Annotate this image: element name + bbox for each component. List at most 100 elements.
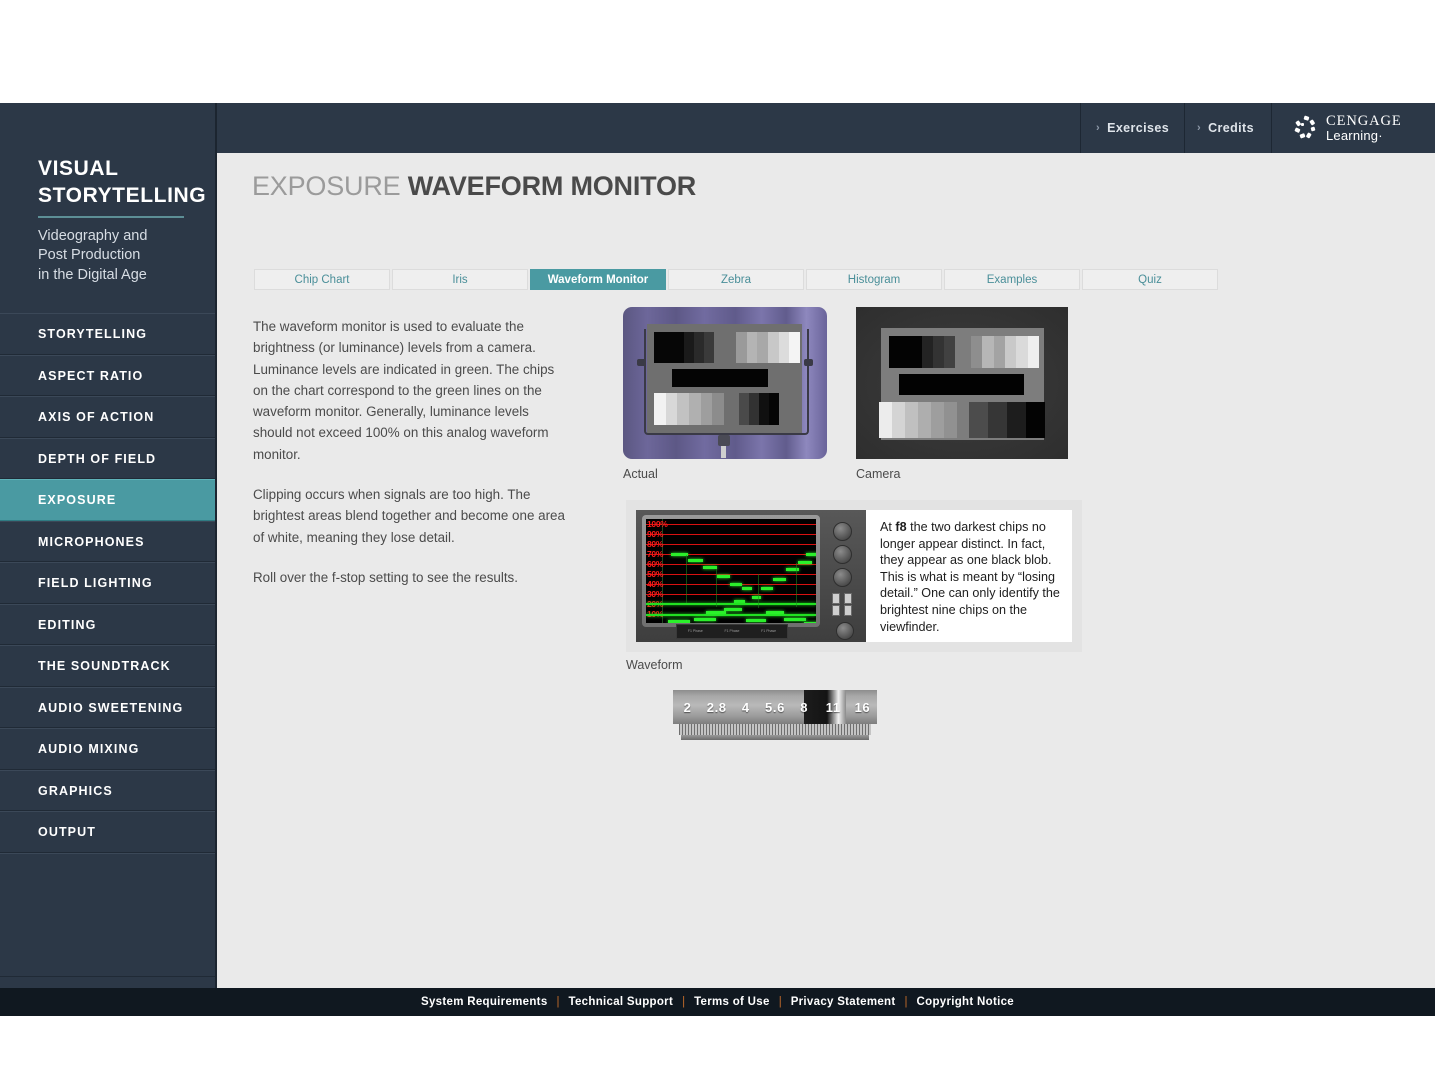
graticule-30 bbox=[646, 594, 816, 595]
tab-iris[interactable]: Iris bbox=[392, 269, 528, 290]
sidebar-item-editing[interactable]: EDITING bbox=[0, 604, 215, 646]
trace-low-6 bbox=[766, 611, 784, 614]
topnav-exercises-label: Exercises bbox=[1107, 121, 1169, 135]
sidebar-item-label: STORYTELLING bbox=[38, 327, 147, 341]
tab-histogram[interactable]: Histogram bbox=[806, 269, 942, 290]
monitor-button-1[interactable] bbox=[832, 593, 840, 604]
waveform-monitor-device[interactable]: 100% 90% 80% 70% 60% 50% 40% 30% 20% 10% bbox=[636, 510, 866, 642]
monitor-strip-label-2: F1 Phase bbox=[724, 630, 739, 634]
footer-link-privacy-statement[interactable]: Privacy Statement bbox=[791, 996, 896, 1008]
sidebar-item-axis-of-action[interactable]: AXIS OF ACTION bbox=[0, 396, 215, 438]
footer-link-system-requirements[interactable]: System Requirements bbox=[421, 996, 548, 1008]
thumbnail-caption: Camera bbox=[856, 467, 1068, 481]
camera-chip-chart-image bbox=[856, 307, 1068, 459]
brand-title-line1: VISUAL bbox=[38, 155, 215, 182]
tab-waveform-monitor[interactable]: Waveform Monitor bbox=[530, 269, 666, 290]
footer-link-copyright-notice[interactable]: Copyright Notice bbox=[917, 996, 1014, 1008]
trace-low-8 bbox=[804, 622, 816, 623]
tab-label: Examples bbox=[987, 274, 1038, 286]
trace-step-31-l bbox=[752, 596, 761, 599]
trace-step-63-r bbox=[798, 561, 812, 564]
footer-link-technical-support[interactable]: Technical Support bbox=[569, 996, 674, 1008]
tab-chip-chart[interactable]: Chip Chart bbox=[254, 269, 390, 290]
monitor-knob-1[interactable] bbox=[833, 522, 852, 541]
scale-label-30: 30% bbox=[647, 589, 663, 599]
note-fstop-bold: f8 bbox=[895, 520, 906, 534]
trace-low-2 bbox=[694, 618, 716, 621]
footer-separator: | bbox=[557, 996, 560, 1008]
topnav-credits[interactable]: › Credits bbox=[1197, 103, 1254, 153]
fstop-dial-ridges[interactable] bbox=[679, 724, 871, 735]
sidebar-item-aspect-ratio[interactable]: ASPECT RATIO bbox=[0, 355, 215, 397]
monitor-button-3[interactable] bbox=[832, 605, 840, 616]
fstop-option-8[interactable]: 8 bbox=[790, 700, 819, 715]
thumbnail-actual[interactable]: Actual bbox=[623, 307, 827, 481]
app-shell: › Exercises › Credits bbox=[0, 103, 1435, 988]
monitor-bezel: 100% 90% 80% 70% 60% 50% 40% 30% 20% 10% bbox=[642, 515, 820, 627]
trace-step-40-r bbox=[761, 587, 773, 590]
topnav-credits-label: Credits bbox=[1208, 121, 1254, 135]
monitor-strip-label-1: F1 Phase bbox=[688, 630, 703, 634]
scale-label-40: 40% bbox=[647, 579, 663, 589]
body-paragraph-2: Clipping occurs when signals are too hig… bbox=[253, 484, 571, 548]
tab-bar: Chip Chart Iris Waveform Monitor Zebra H… bbox=[254, 269, 1218, 290]
thumbnail-camera[interactable]: Camera bbox=[856, 307, 1068, 481]
sidebar: VISUAL STORYTELLING Videography and Post… bbox=[0, 103, 217, 988]
monitor-knob-3[interactable] bbox=[833, 568, 852, 587]
brand-rule bbox=[38, 216, 184, 218]
monitor-knob-2[interactable] bbox=[833, 545, 852, 564]
fstop-option-2-8[interactable]: 2.8 bbox=[702, 700, 731, 715]
chevron-right-icon: › bbox=[1096, 122, 1100, 134]
trace-low-1 bbox=[668, 620, 690, 623]
topnav-exercises[interactable]: › Exercises bbox=[1096, 103, 1169, 153]
footer-bar: System Requirements | Technical Support … bbox=[0, 988, 1435, 1016]
sidebar-item-field-lighting[interactable]: FIELD LIGHTING bbox=[0, 562, 215, 604]
scale-label-80: 80% bbox=[647, 539, 663, 549]
camera-strip-light-bottom bbox=[879, 402, 957, 438]
sidebar-item-label: ASPECT RATIO bbox=[38, 369, 143, 383]
sidebar-item-audio-mixing[interactable]: AUDIO MIXING bbox=[0, 728, 215, 770]
cengage-logo[interactable]: CENGAGE Learning· bbox=[1281, 103, 1435, 153]
sidebar-item-output[interactable]: OUTPUT bbox=[0, 811, 215, 853]
logo-line-1: CENGAGE bbox=[1326, 114, 1402, 129]
fstop-option-5-6[interactable]: 5.6 bbox=[760, 700, 789, 715]
trace-step-50-l bbox=[717, 575, 730, 578]
monitor-control-strip[interactable]: F1 Phase F1 Phase F1 Phase bbox=[676, 624, 788, 639]
fstop-dial-face[interactable]: 2 2.8 4 5.6 8 11 16 bbox=[673, 690, 877, 724]
monitor-button-2[interactable] bbox=[844, 593, 852, 604]
monitor-button-4[interactable] bbox=[844, 605, 852, 616]
fstop-option-2[interactable]: 2 bbox=[673, 700, 702, 715]
body-copy: The waveform monitor is used to evaluate… bbox=[253, 316, 571, 607]
sidebar-item-audio-sweetening[interactable]: AUDIO SWEETENING bbox=[0, 687, 215, 729]
sidebar-item-graphics[interactable]: GRAPHICS bbox=[0, 770, 215, 812]
brand-block: VISUAL STORYTELLING Videography and Post… bbox=[0, 103, 215, 311]
trace-noise-4 bbox=[796, 563, 797, 607]
content-area: EXPOSURE WAVEFORM MONITOR Chip Chart Iri… bbox=[219, 153, 1435, 988]
tab-examples[interactable]: Examples bbox=[944, 269, 1080, 290]
waveform-card-inner: 100% 90% 80% 70% 60% 50% 40% 30% 20% 10% bbox=[636, 510, 1072, 642]
sidebar-item-label: MICROPHONES bbox=[38, 535, 145, 549]
chart-stand-knob-right bbox=[804, 359, 813, 366]
tab-quiz[interactable]: Quiz bbox=[1082, 269, 1218, 290]
sidebar-item-depth-of-field[interactable]: DEPTH OF FIELD bbox=[0, 438, 215, 480]
camera-black-bar bbox=[899, 374, 1024, 395]
sidebar-item-exposure[interactable]: EXPOSURE bbox=[0, 479, 215, 521]
sidebar-item-the-soundtrack[interactable]: THE SOUNDTRACK bbox=[0, 645, 215, 687]
body-paragraph-3: Roll over the f-stop setting to see the … bbox=[253, 567, 571, 588]
sidebar-item-storytelling[interactable]: STORYTELLING bbox=[0, 313, 215, 355]
trace-noise-1 bbox=[686, 555, 687, 603]
sidebar-item-microphones[interactable]: MICROPHONES bbox=[0, 521, 215, 563]
graticule-90 bbox=[646, 534, 816, 535]
graticule-100 bbox=[646, 524, 816, 525]
footer-link-terms-of-use[interactable]: Terms of Use bbox=[694, 996, 770, 1008]
tab-zebra[interactable]: Zebra bbox=[668, 269, 804, 290]
sidebar-item-label: AUDIO MIXING bbox=[38, 742, 139, 756]
fstop-option-16[interactable]: 16 bbox=[848, 700, 877, 715]
chart-stand-pole bbox=[721, 446, 726, 458]
fstop-dial-base bbox=[681, 735, 869, 740]
fstop-option-4[interactable]: 4 bbox=[731, 700, 760, 715]
trace-pedestal-10 bbox=[646, 614, 816, 616]
monitor-knob-power[interactable] bbox=[836, 622, 854, 640]
fstop-option-11[interactable]: 11 bbox=[819, 700, 848, 715]
fstop-dial[interactable]: 2 2.8 4 5.6 8 11 16 bbox=[659, 690, 891, 740]
